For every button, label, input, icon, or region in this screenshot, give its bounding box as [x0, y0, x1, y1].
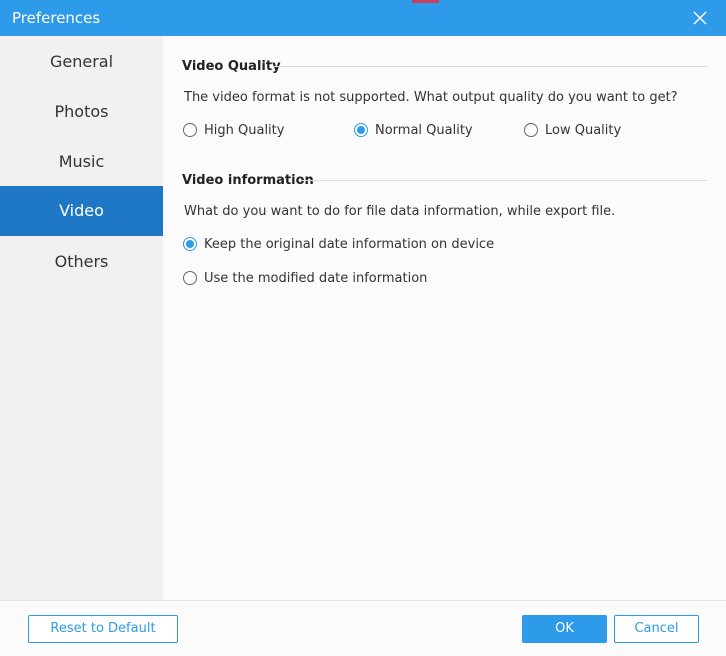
radio-normal-quality[interactable]: Normal Quality — [354, 122, 473, 138]
radio-circle[interactable] — [183, 271, 197, 285]
radio-label: Normal Quality — [375, 122, 473, 138]
radio-label: Use the modified date information — [204, 270, 428, 286]
section-divider — [273, 66, 707, 67]
ok-button[interactable]: OK — [522, 615, 607, 643]
reset-to-default-button[interactable]: Reset to Default — [28, 615, 178, 643]
radio-circle[interactable] — [183, 123, 197, 137]
cancel-button[interactable]: Cancel — [614, 615, 699, 643]
window-title: Preferences — [12, 9, 101, 27]
radio-label: High Quality — [204, 122, 285, 138]
content-panel: Video Quality The video format is not su… — [163, 36, 726, 600]
close-icon[interactable] — [690, 8, 710, 28]
sidebar-item-others[interactable]: Others — [0, 237, 163, 287]
video-quality-description: The video format is not supported. What … — [184, 90, 678, 105]
section-divider — [302, 180, 707, 181]
top-tab-indicator — [412, 0, 439, 3]
radio-label: Low Quality — [545, 122, 622, 138]
sidebar-item-photos[interactable]: Photos — [0, 87, 163, 137]
sidebar-item-video[interactable]: Video — [0, 186, 163, 236]
radio-circle[interactable] — [354, 123, 368, 137]
title-bar: Preferences — [0, 0, 726, 36]
footer: Reset to Default OK Cancel — [0, 600, 726, 656]
radio-circle[interactable] — [524, 123, 538, 137]
radio-high-quality[interactable]: High Quality — [183, 122, 284, 138]
radio-low-quality[interactable]: Low Quality — [524, 122, 621, 138]
video-information-description: What do you want to do for file data inf… — [184, 204, 616, 219]
radio-circle[interactable] — [183, 237, 197, 251]
radio-keep-original-date[interactable]: Keep the original date information on de… — [183, 236, 494, 252]
radio-use-modified-date[interactable]: Use the modified date information — [183, 270, 427, 286]
video-quality-heading: Video Quality — [182, 59, 281, 74]
sidebar-item-general[interactable]: General — [0, 37, 163, 87]
sidebar: General Photos Music Video Others — [0, 36, 163, 600]
sidebar-item-music[interactable]: Music — [0, 137, 163, 187]
radio-label: Keep the original date information on de… — [204, 236, 495, 252]
video-information-heading: Video information — [182, 173, 314, 188]
